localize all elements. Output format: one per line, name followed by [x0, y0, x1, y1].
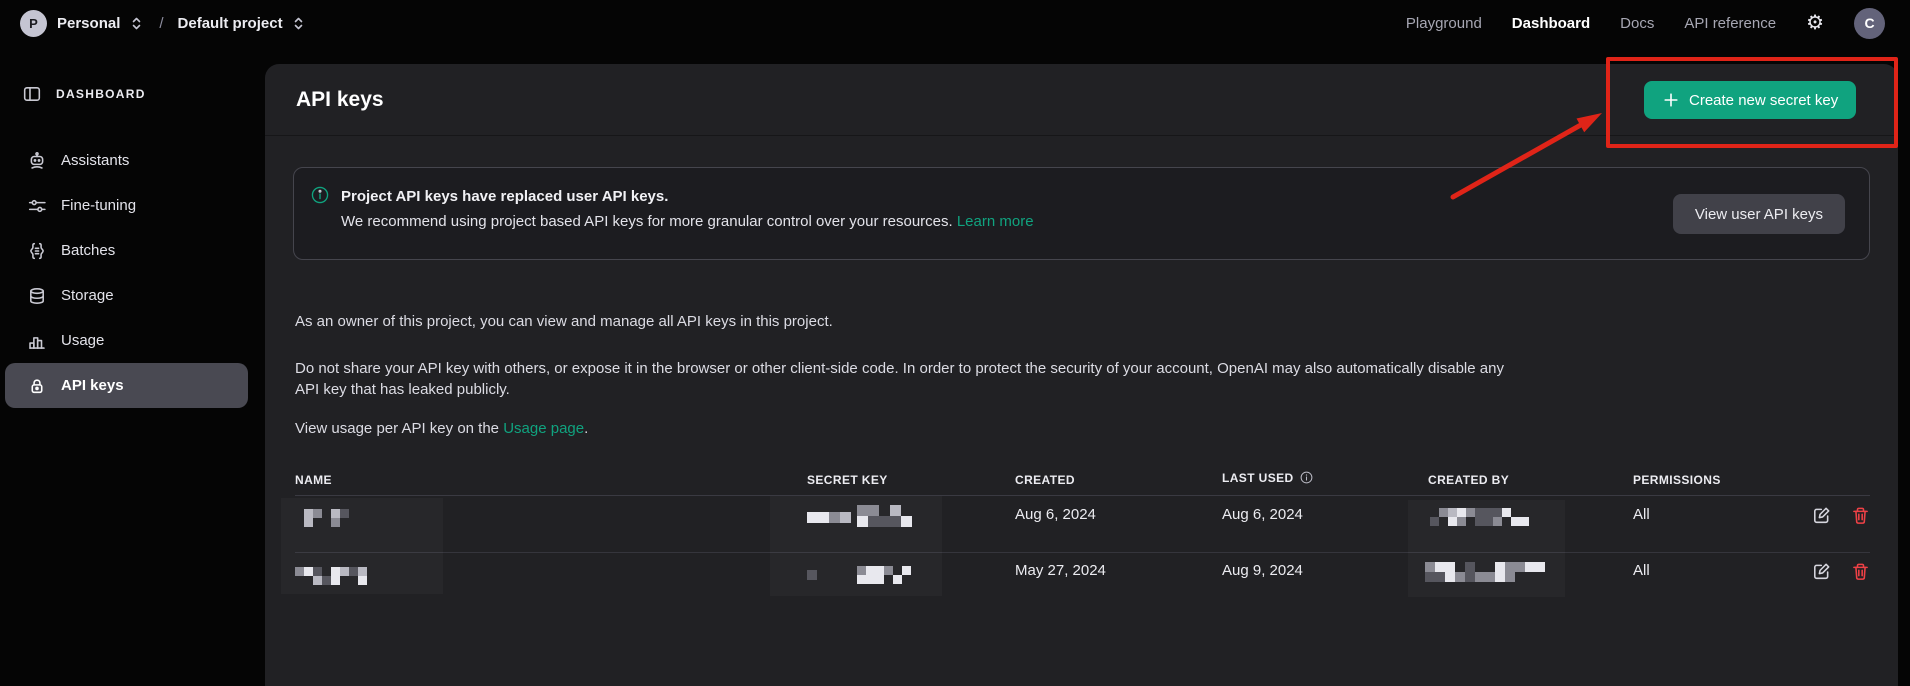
sidebar-item-usage[interactable]: Usage	[5, 318, 248, 363]
plus-icon	[1662, 91, 1680, 109]
redacted-secret-key-value	[807, 570, 837, 580]
api-keys-lock-icon	[28, 377, 46, 395]
fine-tuning-icon	[28, 197, 46, 215]
storage-icon	[28, 287, 46, 305]
column-header-secret-key: SECRET KEY	[807, 473, 888, 487]
info-icon	[311, 186, 329, 204]
assistants-icon	[28, 151, 46, 170]
last-used-cell: Aug 9, 2024	[1222, 562, 1303, 579]
column-header-created-by: CREATED BY	[1428, 473, 1510, 487]
org-name: Personal	[57, 14, 121, 32]
redacted-name-value	[295, 509, 349, 527]
gear-icon[interactable]: ⚙	[1806, 13, 1824, 33]
created-cell: May 27, 2024	[1015, 562, 1106, 579]
table-body: Aug 6, 2024 Aug 6, 2024 All May 27, 2024…	[295, 496, 1870, 597]
redacted-created-by-value	[1425, 562, 1545, 582]
sidebar-item-storage[interactable]: Storage	[5, 273, 248, 318]
usage-page-link[interactable]: Usage page	[503, 420, 584, 437]
redacted-created-by-value	[1430, 508, 1529, 526]
created-cell: Aug 6, 2024	[1015, 506, 1096, 523]
edit-key-icon[interactable]	[1812, 506, 1831, 525]
breadcrumb-separator: /	[159, 14, 164, 32]
intro-paragraph: As an owner of this project, you can vie…	[295, 313, 833, 330]
permissions-cell: All	[1633, 506, 1650, 523]
redacted-secret-key-value	[857, 566, 911, 584]
sidebar-section-dashboard: DASHBOARD	[0, 76, 265, 112]
batches-icon	[28, 242, 46, 260]
top-bar: P Personal / Default project Playground …	[0, 0, 1910, 46]
sidebar-item-label: Storage	[61, 287, 114, 304]
nav-dashboard[interactable]: Dashboard	[1512, 15, 1590, 32]
project-name: Default project	[177, 14, 283, 32]
banner-body-text: We recommend using project based API key…	[341, 213, 953, 230]
column-header-name: NAME	[295, 473, 332, 487]
redacted-secret-key-value	[857, 505, 912, 527]
main-panel: API keys Create new secret key Project A…	[265, 64, 1898, 686]
chevron-updown-icon	[290, 14, 308, 32]
permissions-cell: All	[1633, 562, 1650, 579]
sidebar-item-assistants[interactable]: Assistants	[5, 138, 248, 183]
delete-key-icon[interactable]	[1851, 506, 1870, 525]
column-header-created: CREATED	[1015, 473, 1075, 487]
table-row: Aug 6, 2024 Aug 6, 2024 All	[295, 496, 1870, 553]
banner-title: Project API keys have replaced user API …	[341, 188, 669, 205]
sidebar: DASHBOARD Assistants Fine-tuning Batches…	[0, 46, 265, 686]
table-row: May 27, 2024 Aug 9, 2024 All	[295, 553, 1870, 597]
sidebar-item-api-keys[interactable]: API keys	[5, 363, 248, 408]
api-keys-table: NAME SECRET KEY CREATED LAST USED CREATE…	[295, 468, 1870, 597]
redacted-name-value	[295, 567, 367, 585]
edit-key-icon[interactable]	[1812, 562, 1831, 581]
column-header-last-used: LAST USED	[1222, 471, 1428, 487]
view-user-api-keys-button[interactable]: View user API keys	[1672, 194, 1845, 234]
redacted-secret-key-value	[807, 512, 851, 523]
org-switcher[interactable]: Personal	[57, 14, 145, 32]
info-banner: Project API keys have replaced user API …	[293, 167, 1870, 260]
user-avatar[interactable]: C	[1854, 7, 1885, 39]
sidebar-item-label: API keys	[61, 377, 124, 394]
info-circle-icon[interactable]	[1300, 471, 1313, 487]
table-header-row: NAME SECRET KEY CREATED LAST USED CREATE…	[295, 468, 1870, 496]
usage-icon	[28, 332, 46, 350]
nav-api-reference[interactable]: API reference	[1684, 15, 1776, 32]
sidebar-item-label: Usage	[61, 332, 105, 349]
warning-paragraph: Do not share your API key with others, o…	[295, 360, 1504, 398]
delete-key-icon[interactable]	[1851, 562, 1870, 581]
create-new-secret-key-button[interactable]: Create new secret key	[1644, 81, 1857, 119]
redacted-secret-key-column	[770, 496, 942, 596]
sidebar-item-label: Assistants	[61, 152, 130, 169]
sidebar-item-batches[interactable]: Batches	[5, 228, 248, 273]
page-title: API keys	[296, 87, 384, 111]
project-switcher[interactable]: Default project	[178, 14, 308, 32]
sidebar-item-label: Batches	[61, 242, 116, 259]
usage-paragraph: View usage per API key on the Usage page…	[295, 420, 589, 437]
last-used-cell: Aug 6, 2024	[1222, 506, 1303, 523]
create-button-label: Create new secret key	[1689, 91, 1839, 109]
org-avatar[interactable]: P	[20, 9, 47, 37]
sidebar-item-fine-tuning[interactable]: Fine-tuning	[5, 183, 248, 228]
nav-playground[interactable]: Playground	[1406, 15, 1482, 32]
dashboard-panel-icon	[23, 85, 41, 103]
chevron-updown-icon	[127, 14, 145, 32]
nav-docs[interactable]: Docs	[1620, 15, 1654, 32]
sidebar-section-label: DASHBOARD	[56, 87, 146, 101]
page-header: API keys Create new secret key	[265, 64, 1898, 136]
column-header-permissions: PERMISSIONS	[1633, 473, 1721, 487]
sidebar-item-label: Fine-tuning	[61, 197, 137, 214]
learn-more-link[interactable]: Learn more	[957, 213, 1034, 230]
sidebar-nav: Assistants Fine-tuning Batches Storage U…	[0, 138, 265, 408]
